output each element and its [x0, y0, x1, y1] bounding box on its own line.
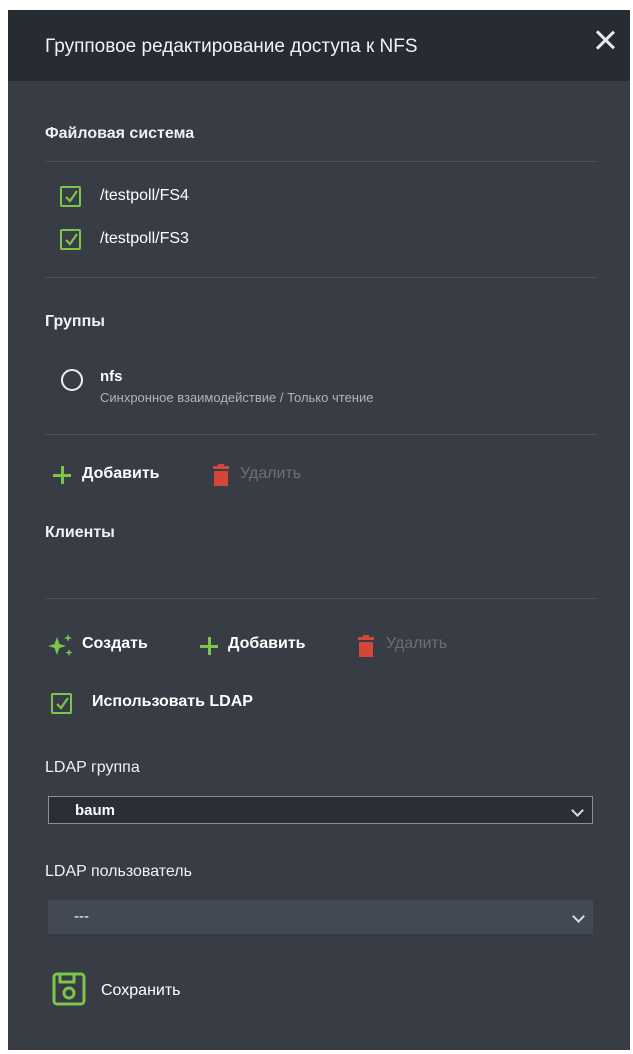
add-group-label: Добавить: [82, 465, 160, 482]
group-description: Синхронное взаимодействие / Только чтени…: [100, 390, 374, 405]
ldap-user-label: LDAP пользователь: [45, 863, 192, 880]
add-client-label: Добавить: [228, 635, 306, 652]
use-ldap-label: Использовать LDAP: [92, 693, 253, 710]
save-label: Сохранить: [101, 982, 181, 999]
divider: [45, 434, 597, 435]
chevron-down-icon: [572, 910, 585, 923]
delete-client-label: Удалить: [386, 635, 448, 652]
chevron-down-icon: [571, 804, 584, 817]
dialog-header: Групповое редактирование доступа к NFS: [8, 10, 630, 81]
filesystem-label: Файловая система: [45, 125, 195, 142]
trash-icon: [358, 635, 374, 657]
group-name: nfs: [100, 368, 123, 385]
filesystem-path: /testpoll/FS4: [100, 187, 189, 204]
ldap-group-label: LDAP группа: [45, 759, 140, 776]
divider: [45, 277, 597, 278]
create-client-label: Создать: [82, 635, 148, 652]
ldap-user-value: ---: [74, 908, 89, 925]
divider: [45, 161, 597, 162]
dialog-title: Групповое редактирование доступа к NFS: [45, 36, 418, 57]
divider: [45, 598, 597, 599]
plus-icon: [53, 466, 71, 484]
checkbox-icon[interactable]: [51, 693, 72, 714]
checkbox-icon[interactable]: [60, 229, 81, 250]
sparkle-icon: [48, 634, 73, 656]
plus-icon: [200, 637, 218, 655]
clients-label: Клиенты: [45, 524, 115, 541]
radio-icon[interactable]: [61, 369, 83, 391]
delete-group-label: Удалить: [240, 465, 302, 482]
trash-icon: [213, 464, 229, 486]
ldap-group-value: baum: [75, 802, 116, 819]
ldap-group-select[interactable]: baum: [48, 796, 593, 824]
groups-label: Группы: [45, 313, 105, 330]
filesystem-path: /testpoll/FS3: [100, 230, 189, 247]
checkbox-icon[interactable]: [60, 186, 81, 207]
save-icon: [52, 972, 86, 1006]
nfs-bulk-edit-dialog: Групповое редактирование доступа к NFS Ф…: [8, 10, 630, 1050]
close-icon[interactable]: [592, 27, 618, 53]
ldap-user-select[interactable]: ---: [48, 900, 593, 934]
